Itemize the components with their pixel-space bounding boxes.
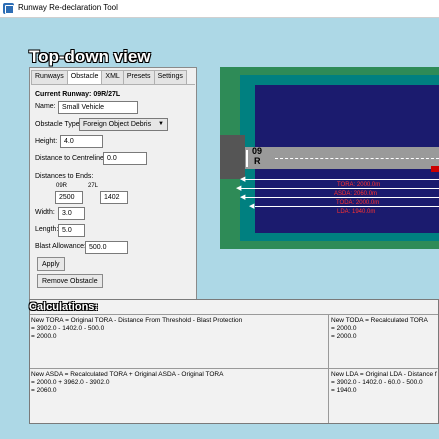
runway-designator-number: 09 — [252, 146, 263, 156]
lda-formula: New LDA = Original LDA - Distance fr — [331, 371, 437, 378]
asda-arrow — [240, 188, 439, 189]
tora-arrow — [245, 179, 439, 180]
height-field[interactable]: 4.0 — [60, 135, 103, 148]
arrow-left-icon: ◀ — [249, 203, 255, 210]
lda-label: LDA: 1940.0m — [337, 209, 376, 215]
obstacle-type-value: Foreign Object Debris — [83, 121, 152, 128]
threshold-marking — [246, 150, 248, 167]
runway-centreline — [275, 158, 439, 159]
blast-allowance-label: Blast Allowance: — [35, 243, 86, 250]
divider — [30, 314, 438, 315]
tora-values: = 3902.0 - 1402.0 - 500.0 — [31, 325, 105, 332]
end-27l-label: 27L — [88, 183, 99, 189]
asda-formula: New ASDA = Recalculated TORA + Original … — [31, 371, 224, 378]
tora-label: TORA: 2000.0m — [337, 182, 381, 188]
control-panel: Runways Obstacle XML Presets Settings Cu… — [29, 67, 197, 300]
asda-label: ASDA: 2060.0m — [334, 191, 378, 197]
tab-settings[interactable]: Settings — [153, 70, 187, 84]
blast-allowance-field[interactable]: 500.0 — [85, 241, 128, 254]
length-field[interactable]: 5.0 — [58, 224, 85, 237]
arrow-left-icon: ◀ — [240, 176, 246, 183]
width-label: Width: — [35, 209, 55, 216]
lda-result: = 1940.0 — [331, 387, 357, 394]
obstacle-type-label: Obstacle Type: — [35, 121, 82, 128]
tab-bar: Runways Obstacle XML Presets Settings — [31, 70, 187, 85]
tab-xml[interactable]: XML — [101, 70, 124, 84]
runway-designator: 09 R — [252, 146, 262, 166]
tora-result: = 2000.0 — [31, 333, 57, 340]
tab-presets[interactable]: Presets — [122, 70, 155, 84]
lda-values: = 3902.0 - 1402.0 - 60.0 - 500.0 — [331, 379, 423, 386]
chevron-down-icon: ▼ — [158, 121, 164, 127]
title-bar: Runway Re-declaration Tool — [0, 0, 439, 18]
toda-calculation: New TODA = Recalculated TORA = 2000.0 = … — [331, 317, 437, 341]
centreline-field[interactable]: 0.0 — [103, 152, 147, 165]
obstacle-type-select[interactable]: Foreign Object Debris ▼ — [79, 118, 168, 131]
calculations-panel: New TORA = Original TORA - Distance From… — [29, 299, 439, 424]
asda-calculation: New ASDA = Recalculated TORA + Original … — [31, 371, 326, 395]
runway-designator-letter: R — [254, 156, 261, 166]
calculations-title: Calculations: — [29, 301, 99, 313]
arrow-left-icon: ◀ — [236, 185, 242, 192]
app-icon — [3, 3, 14, 14]
obstacle-marker — [431, 166, 439, 172]
toda-arrow — [245, 197, 439, 198]
toda-result: = 2000.0 — [331, 333, 357, 340]
toda-formula: New TODA = Recalculated TORA — [331, 317, 428, 324]
height-label: Height: — [35, 138, 58, 145]
length-label: Length: — [35, 226, 59, 233]
width-field[interactable]: 3.0 — [58, 207, 85, 220]
arrow-left-icon: ◀ — [240, 194, 246, 201]
distances-to-ends-label: Distances to Ends: — [35, 173, 94, 180]
toda-values: = 2000.0 — [331, 325, 357, 332]
runway-strip — [245, 147, 439, 169]
divider — [328, 315, 329, 423]
lda-arrow — [255, 206, 439, 207]
divider — [30, 368, 438, 369]
end-09r-label: 09R — [56, 183, 68, 189]
apply-button[interactable]: Apply — [37, 257, 65, 271]
tora-calculation: New TORA = Original TORA - Distance From… — [31, 317, 326, 341]
name-field[interactable]: Small Vehicle — [58, 101, 138, 114]
end-09r-field[interactable]: 2500 — [55, 191, 83, 204]
centreline-label: Distance to Centreline: — [35, 155, 106, 162]
lda-calculation: New LDA = Original LDA - Distance fr = 3… — [331, 371, 437, 395]
tora-formula: New TORA = Original TORA - Distance From… — [31, 317, 243, 324]
asda-values: = 2000.0 + 3962.0 - 3902.0 — [31, 379, 110, 386]
tab-runways[interactable]: Runways — [31, 70, 68, 84]
tab-obstacle[interactable]: Obstacle — [66, 70, 103, 85]
current-runway-label: Current Runway: 09R/27L — [35, 91, 121, 98]
obstacle-tab-content: Current Runway: 09R/27L Name: Small Vehi… — [31, 84, 195, 298]
asda-result: = 2060.0 — [31, 387, 57, 394]
end-27l-field[interactable]: 1402 — [100, 191, 128, 204]
view-title: Top-down view — [29, 47, 151, 66]
name-label: Name: — [35, 103, 56, 110]
remove-obstacle-button[interactable]: Remove Obstacle — [37, 274, 103, 288]
runway-threshold-block — [220, 135, 245, 179]
toda-label: TODA: 2000.0m — [336, 200, 380, 206]
window-title: Runway Re-declaration Tool — [18, 3, 118, 12]
